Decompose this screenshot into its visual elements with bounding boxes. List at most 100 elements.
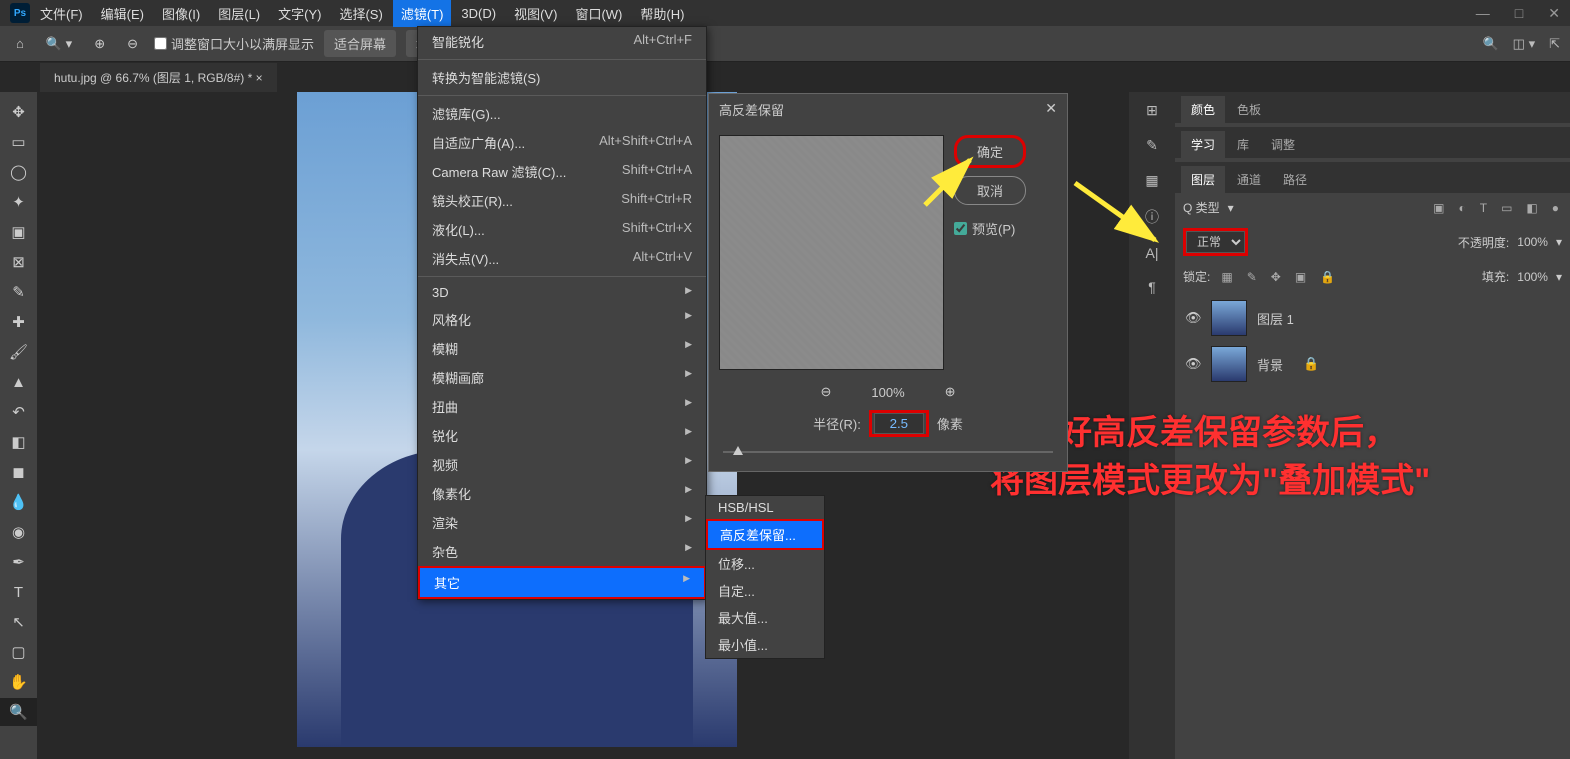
shape-tool-icon[interactable]: ▢: [0, 638, 37, 666]
menu-image[interactable]: 图像(I): [154, 0, 208, 27]
tab-close-icon[interactable]: ×: [256, 71, 263, 85]
filter-menu-item[interactable]: 杂色: [418, 537, 706, 566]
zoom-out-icon[interactable]: ⊖: [121, 32, 144, 56]
tab-color[interactable]: 颜色: [1181, 96, 1225, 123]
tab-adjust[interactable]: 调整: [1261, 131, 1305, 158]
filter-menu-item[interactable]: 渲染: [418, 508, 706, 537]
layer-item[interactable]: 👁 背景 🔒: [1175, 341, 1570, 387]
wand-tool-icon[interactable]: ✦: [0, 188, 37, 216]
workspace-icon[interactable]: ◫ ▾: [1513, 36, 1535, 52]
filter-smart-icon[interactable]: ◧: [1523, 201, 1540, 215]
search-icon[interactable]: 🔍: [1482, 36, 1498, 52]
dialog-preview[interactable]: [719, 135, 944, 370]
menu-view[interactable]: 视图(V): [506, 0, 565, 27]
move-tool-icon[interactable]: ✥: [0, 98, 37, 126]
layer-name[interactable]: 图层 1: [1257, 309, 1294, 328]
radius-slider[interactable]: [709, 443, 1067, 463]
menu-filter[interactable]: 滤镜(T): [393, 0, 452, 27]
tab-swatches[interactable]: 色板: [1227, 96, 1271, 123]
path-tool-icon[interactable]: ↖: [0, 608, 37, 636]
tab-learn[interactable]: 学习: [1181, 131, 1225, 158]
filter-menu-item[interactable]: 自适应广角(A)...Alt+Shift+Ctrl+A: [418, 128, 706, 157]
resize-window-checkbox[interactable]: 调整窗口大小以满屏显示: [154, 34, 314, 53]
filter-menu-item[interactable]: 像素化: [418, 479, 706, 508]
filter-menu-item[interactable]: 消失点(V)...Alt+Ctrl+V: [418, 244, 706, 273]
submenu-offset[interactable]: 位移...: [706, 550, 824, 577]
radius-input[interactable]: [874, 413, 924, 434]
filter-menu-item[interactable]: 液化(L)...Shift+Ctrl+X: [418, 215, 706, 244]
filter-menu-item[interactable]: Camera Raw 滤镜(C)...Shift+Ctrl+A: [418, 157, 706, 186]
filter-menu-item[interactable]: 风格化: [418, 305, 706, 334]
para-panel-icon[interactable]: ¶: [1148, 279, 1156, 295]
lasso-tool-icon[interactable]: ◯: [0, 158, 37, 186]
submenu-hsb[interactable]: HSB/HSL: [706, 496, 824, 519]
history-brush-icon[interactable]: ↶: [0, 398, 37, 426]
menu-3d[interactable]: 3D(D): [453, 2, 504, 25]
cancel-button[interactable]: 取消: [954, 176, 1026, 205]
filter-menu-item[interactable]: 模糊: [418, 334, 706, 363]
filter-menu-item[interactable]: 转换为智能滤镜(S): [418, 63, 706, 92]
share-icon[interactable]: ⇱: [1549, 36, 1560, 52]
hand-tool-icon[interactable]: ✋: [0, 668, 37, 696]
marquee-tool-icon[interactable]: ▭: [0, 128, 37, 156]
filter-menu-item[interactable]: 模糊画廊: [418, 363, 706, 392]
opacity-value[interactable]: 100%: [1517, 235, 1548, 249]
menu-window[interactable]: 窗口(W): [567, 0, 630, 27]
stamp-tool-icon[interactable]: ▲: [0, 368, 37, 396]
document-tab[interactable]: hutu.jpg @ 66.7% (图层 1, RGB/8#) * ×: [40, 63, 277, 92]
lock-trans-icon[interactable]: ▦: [1218, 270, 1235, 284]
filter-text-icon[interactable]: T: [1477, 201, 1490, 215]
menu-select[interactable]: 选择(S): [331, 0, 390, 27]
dodge-tool-icon[interactable]: ◉: [0, 518, 37, 546]
zoom-out-icon[interactable]: ⊖: [820, 384, 831, 400]
fill-value[interactable]: 100%: [1517, 270, 1548, 284]
filter-shape-icon[interactable]: ▭: [1498, 201, 1515, 215]
filter-menu-item[interactable]: 滤镜库(G)...: [418, 99, 706, 128]
blend-mode-select[interactable]: 正常: [1186, 231, 1245, 253]
filter-menu-item[interactable]: 3D: [418, 280, 706, 305]
menu-edit[interactable]: 编辑(E): [93, 0, 152, 27]
menu-help[interactable]: 帮助(H): [632, 0, 692, 27]
visibility-icon[interactable]: 👁: [1185, 310, 1201, 326]
minimize-icon[interactable]: —: [1476, 5, 1490, 22]
tab-paths[interactable]: 路径: [1273, 166, 1317, 193]
zoom-in-icon[interactable]: ⊕: [88, 32, 111, 56]
layer-item[interactable]: 👁 图层 1: [1175, 295, 1570, 341]
filter-menu-item[interactable]: 镜头校正(R)...Shift+Ctrl+R: [418, 186, 706, 215]
swatch-panel-icon[interactable]: ▦: [1145, 172, 1158, 189]
visibility-icon[interactable]: 👁: [1185, 356, 1201, 372]
tab-library[interactable]: 库: [1227, 131, 1259, 158]
frame-tool-icon[interactable]: ⊠: [0, 248, 37, 276]
text-tool-icon[interactable]: T: [0, 578, 37, 606]
ok-button[interactable]: 确定: [954, 135, 1026, 168]
lock-artboard-icon[interactable]: ▣: [1292, 270, 1309, 284]
submenu-max[interactable]: 最大值...: [706, 604, 824, 631]
submenu-min[interactable]: 最小值...: [706, 631, 824, 658]
submenu-custom[interactable]: 自定...: [706, 577, 824, 604]
zoom-tool-icon[interactable]: 🔍: [0, 698, 37, 726]
char-panel-icon[interactable]: A|: [1146, 245, 1159, 261]
lock-pos-icon[interactable]: ✥: [1268, 270, 1284, 284]
pen-tool-icon[interactable]: ✒: [0, 548, 37, 576]
zoom-tool-icon[interactable]: 🔍 ▾: [40, 32, 78, 56]
lock-all-icon[interactable]: 🔒: [1317, 270, 1338, 284]
info-panel-icon[interactable]: ⓘ: [1145, 207, 1159, 227]
preview-checkbox[interactable]: 预览(P): [954, 219, 1026, 238]
layer-thumbnail[interactable]: [1211, 346, 1247, 382]
menu-type[interactable]: 文字(Y): [270, 0, 329, 27]
layer-thumbnail[interactable]: [1211, 300, 1247, 336]
filter-adjust-icon[interactable]: ◐: [1455, 201, 1468, 215]
menu-file[interactable]: 文件(F): [32, 0, 91, 27]
blur-tool-icon[interactable]: 💧: [0, 488, 37, 516]
menu-layer[interactable]: 图层(L): [210, 0, 268, 27]
tab-layers[interactable]: 图层: [1181, 166, 1225, 193]
home-icon[interactable]: ⌂: [10, 32, 30, 55]
filter-menu-item[interactable]: 其它: [418, 566, 706, 599]
filter-menu-item[interactable]: 扭曲: [418, 392, 706, 421]
tab-channels[interactable]: 通道: [1227, 166, 1271, 193]
filter-menu-item[interactable]: 智能锐化Alt+Ctrl+F: [418, 27, 706, 56]
zoom-in-icon[interactable]: ⊕: [945, 384, 956, 400]
gradient-tool-icon[interactable]: ◼: [0, 458, 37, 486]
heal-tool-icon[interactable]: ✚: [0, 308, 37, 336]
dialog-close-icon[interactable]: ✕: [1045, 100, 1057, 119]
